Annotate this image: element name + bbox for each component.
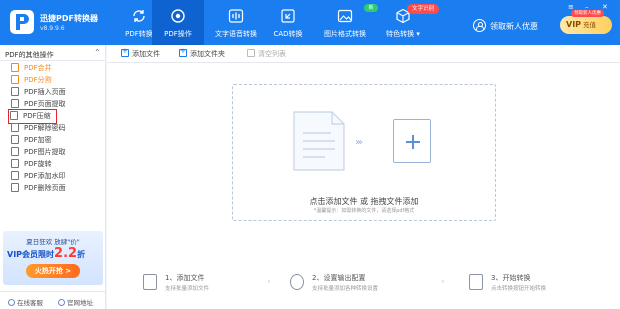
sidebar-item-pdf-watermark[interactable]: PDF添加水印 <box>11 171 91 182</box>
trash-icon <box>247 49 255 57</box>
sidebar-item-pdf-compress[interactable]: PDF压缩 <box>8 109 57 124</box>
new-badge: 新 <box>364 4 378 12</box>
step-configure-output: 2、设置输出配置 支持批量添加各种转换设置 <box>290 273 410 299</box>
step-title: 3、开始转换 <box>491 274 531 282</box>
add-file-button[interactable]: 添加文件 <box>121 47 160 59</box>
sidebar-item-pdf-image-extract[interactable]: PDF图片提取 <box>11 147 91 158</box>
step-title: 1、添加文件 <box>165 274 205 282</box>
nav-pdf-operate[interactable]: PDF操作 <box>152 0 204 45</box>
online-support-link[interactable]: 在线客服 <box>8 297 43 307</box>
add-folder-button[interactable]: 添加文件夹 <box>179 47 225 59</box>
delete-page-icon <box>11 183 19 192</box>
nav-label: PDF操作 <box>164 30 192 38</box>
rotate-icon <box>11 159 19 168</box>
watermark-icon <box>11 171 19 180</box>
step-add-file: 1、添加文件 支持批量添加文件 <box>143 273 263 299</box>
feature-badge: 文字识别 <box>407 4 440 14</box>
menu-icon[interactable]: ≡ <box>568 3 574 11</box>
image-icon <box>337 9 353 23</box>
nav-label: CAD转换 <box>273 30 303 38</box>
promo-discount: VIP会员限时2.2折 <box>7 246 86 261</box>
sidebar-item-pdf-rotate[interactable]: PDF旋转 <box>11 159 91 170</box>
promo-headline: 夏日狂欢 放肆"价" <box>26 238 80 246</box>
sidebar-item-pdf-extract-page[interactable]: PDF页面提取 <box>11 99 91 110</box>
add-folder-icon <box>179 47 187 57</box>
extract-page-icon <box>11 99 19 108</box>
insert-page-icon <box>11 87 19 96</box>
chevron-up-icon[interactable]: ⌃ <box>94 48 101 57</box>
sidebar-footer: 在线客服 官网地址 <box>0 291 106 309</box>
file-drop-zone[interactable]: ››› 点击添加文件 或 拖拽文件添加 *温馨提示：如需转换的文件，请选择pdf… <box>232 84 496 221</box>
drop-zone-title: 点击添加文件 或 拖拽文件添加 <box>309 197 419 206</box>
toolbar: 添加文件 添加文件夹 清空列表 <box>107 45 620 63</box>
split-icon <box>11 75 19 84</box>
main-panel: ››› 点击添加文件 或 拖拽文件添加 *温馨提示：如需转换的文件，请选择pdf… <box>107 63 620 309</box>
target-icon <box>171 9 185 23</box>
lock-icon <box>11 135 19 144</box>
image-extract-icon <box>11 147 19 156</box>
merge-icon <box>11 63 19 72</box>
add-file-step-icon <box>143 274 157 290</box>
headset-icon <box>8 299 15 306</box>
nav-cad-convert[interactable]: CAD转换 <box>262 0 314 45</box>
app-header: 迅捷PDF转换器 v8.9.9.6 PDF转换 PDF操作 文字语音转换 CAD… <box>0 0 620 45</box>
nav-label: 图片格式转换 <box>324 30 366 38</box>
chevron-down-icon: ▾ <box>416 30 420 38</box>
vip-label: VIP <box>566 20 582 29</box>
step-subtitle: 支持批量添加文件 <box>165 286 210 292</box>
new-user-offer-link[interactable]: 领取新人优惠 <box>490 21 538 32</box>
sidebar-item-pdf-split[interactable]: PDF分割 <box>11 75 91 86</box>
promo-buy-button[interactable]: 火热开抢 > <box>26 264 80 278</box>
step-title: 2、设置输出配置 <box>312 274 366 282</box>
nav-label: 文字语音转换 <box>215 30 257 38</box>
sidebar-item-pdf-remove-password[interactable]: PDF解除密码 <box>11 123 91 134</box>
cad-icon <box>281 9 295 23</box>
clear-list-button[interactable]: 清空列表 <box>247 49 286 59</box>
add-file-icon <box>121 47 129 57</box>
step-subtitle: 点击转换按钮开始转换 <box>491 286 547 292</box>
unlock-icon <box>11 123 19 132</box>
step-subtitle: 支持批量添加各种转换设置 <box>312 286 379 292</box>
sidebar-item-pdf-delete-page[interactable]: PDF删除页面 <box>11 183 91 194</box>
step-arrow-icon: › <box>267 277 271 287</box>
sidebar: PDF的其他操作 ⌃ PDF合并 PDF分割 PDF插入页面 PDF页面提取 P… <box>0 45 106 309</box>
sidebar-item-pdf-encrypt[interactable]: PDF加密 <box>11 135 91 146</box>
app-logo-icon <box>10 10 34 34</box>
gear-icon <box>290 274 304 290</box>
divider <box>0 60 106 61</box>
sidebar-item-pdf-insert-page[interactable]: PDF插入页面 <box>11 87 91 98</box>
user-icon[interactable] <box>473 19 486 32</box>
nav-text-speech[interactable]: 文字语音转换 <box>208 0 264 45</box>
app-version: v8.9.9.6 <box>40 25 65 32</box>
minimize-icon[interactable]: – <box>585 3 589 11</box>
convert-step-icon <box>469 274 483 290</box>
sidebar-item-pdf-merge[interactable]: PDF合并 <box>11 63 91 74</box>
step-start-convert: 3、开始转换 点击转换按钮开始转换 <box>469 273 589 299</box>
arrow-right-icon: ››› <box>355 137 363 148</box>
sidebar-title: PDF的其他操作 <box>5 51 54 59</box>
vip-tip-badge: 领取新人优惠 <box>571 10 604 17</box>
add-document-icon <box>393 119 431 163</box>
vip-recharge-button[interactable]: VIP 充值 <box>560 16 612 34</box>
globe-icon <box>58 299 65 306</box>
official-website-link[interactable]: 官网地址 <box>58 297 93 307</box>
nav-label: 特色转换 ▾ <box>386 30 420 38</box>
waveform-icon <box>228 9 244 23</box>
app-title: 迅捷PDF转换器 <box>40 14 98 23</box>
vip-action: 充值 <box>583 21 597 29</box>
drop-zone-hint: *温馨提示：如需转换的文件，请选择pdf格式 <box>313 208 415 214</box>
close-icon[interactable]: ✕ <box>602 3 608 11</box>
compress-icon <box>10 111 18 120</box>
step-arrow-icon: › <box>441 277 445 287</box>
document-icon <box>293 111 345 171</box>
refresh-icon <box>133 10 145 22</box>
vip-promo-banner[interactable]: 夏日狂欢 放肆"价" VIP会员限时2.2折 火热开抢 > <box>3 231 103 285</box>
